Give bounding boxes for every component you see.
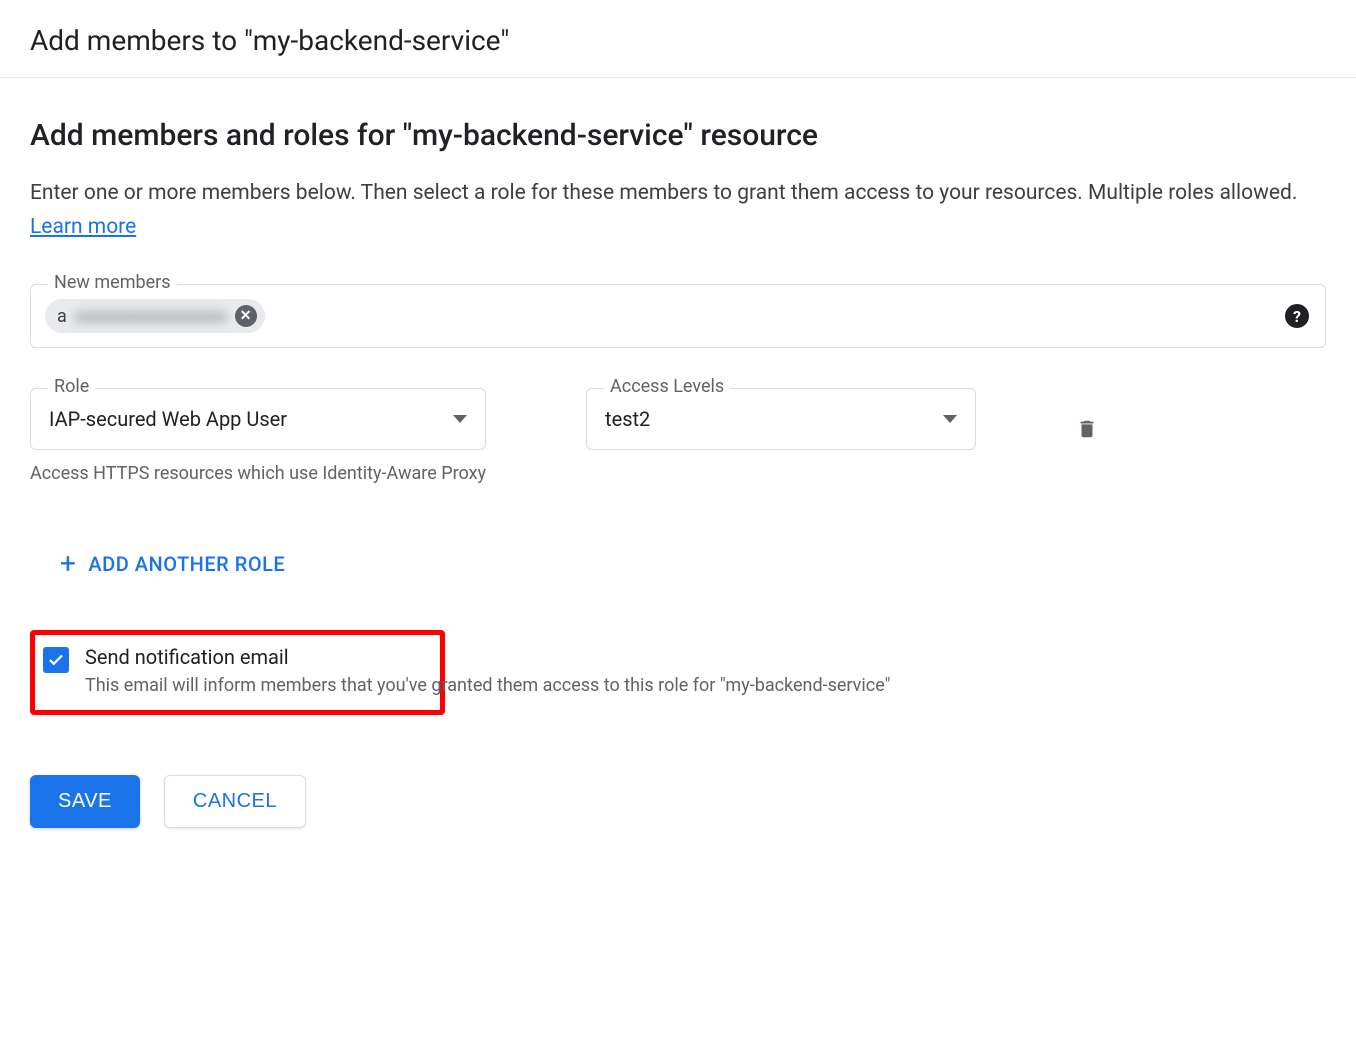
cancel-button[interactable]: CANCEL: [164, 775, 306, 828]
notification-section: Send notification email This email will …: [30, 630, 445, 715]
dialog-title: Add members to "my-backend-service": [30, 24, 1326, 57]
dropdown-arrow-icon: [453, 415, 467, 423]
learn-more-link[interactable]: Learn more: [30, 215, 136, 239]
dialog-content: Add members and roles for "my-backend-se…: [0, 78, 1356, 858]
save-button[interactable]: SAVE: [30, 775, 140, 828]
members-input[interactable]: a xxxxxxxxxxxxxxxxx ✕ ?: [30, 284, 1326, 348]
role-row: Role IAP-secured Web App User Access HTT…: [30, 388, 1326, 487]
access-levels-group: Access Levels test2: [586, 388, 976, 450]
notification-description: This email will inform members that you'…: [85, 675, 890, 696]
role-select[interactable]: IAP-secured Web App User: [30, 388, 486, 450]
access-levels-select[interactable]: test2: [586, 388, 976, 450]
access-levels-value: test2: [605, 407, 650, 431]
dropdown-arrow-icon: [943, 415, 957, 423]
role-label: Role: [48, 376, 95, 397]
member-chip: a xxxxxxxxxxxxxxxxx ✕: [45, 299, 265, 333]
access-levels-label: Access Levels: [604, 376, 730, 397]
help-icon[interactable]: ?: [1285, 304, 1309, 328]
members-label: New members: [48, 272, 177, 293]
members-field: New members axxxxxxxxxxxxxxxxx ✕ ?: [30, 284, 1326, 348]
add-role-label: ADD ANOTHER ROLE: [88, 552, 285, 576]
notification-checkbox[interactable]: [43, 647, 69, 673]
role-value: IAP-secured Web App User: [49, 407, 287, 431]
plus-icon: +: [60, 547, 76, 580]
dialog-header: Add members to "my-backend-service": [0, 0, 1356, 78]
role-group: Role IAP-secured Web App User Access HTT…: [30, 388, 486, 487]
chip-prefix: a: [57, 306, 67, 327]
delete-role-icon[interactable]: [1076, 416, 1098, 446]
add-another-role-button[interactable]: + ADD ANOTHER ROLE: [60, 547, 1326, 580]
section-description: Enter one or more members below. Then se…: [30, 177, 1326, 244]
notification-text-group: Send notification email This email will …: [85, 645, 890, 696]
button-row: SAVE CANCEL: [30, 775, 1326, 828]
notification-label: Send notification email: [85, 645, 890, 669]
description-text: Enter one or more members below. Then se…: [30, 181, 1297, 205]
chip-obscured: xxxxxxxxxxxxxxxxx: [75, 306, 227, 327]
role-helper-text: Access HTTPS resources which use Identit…: [30, 460, 486, 487]
chip-remove-icon[interactable]: ✕: [235, 305, 257, 327]
section-title: Add members and roles for "my-backend-se…: [30, 118, 1326, 153]
